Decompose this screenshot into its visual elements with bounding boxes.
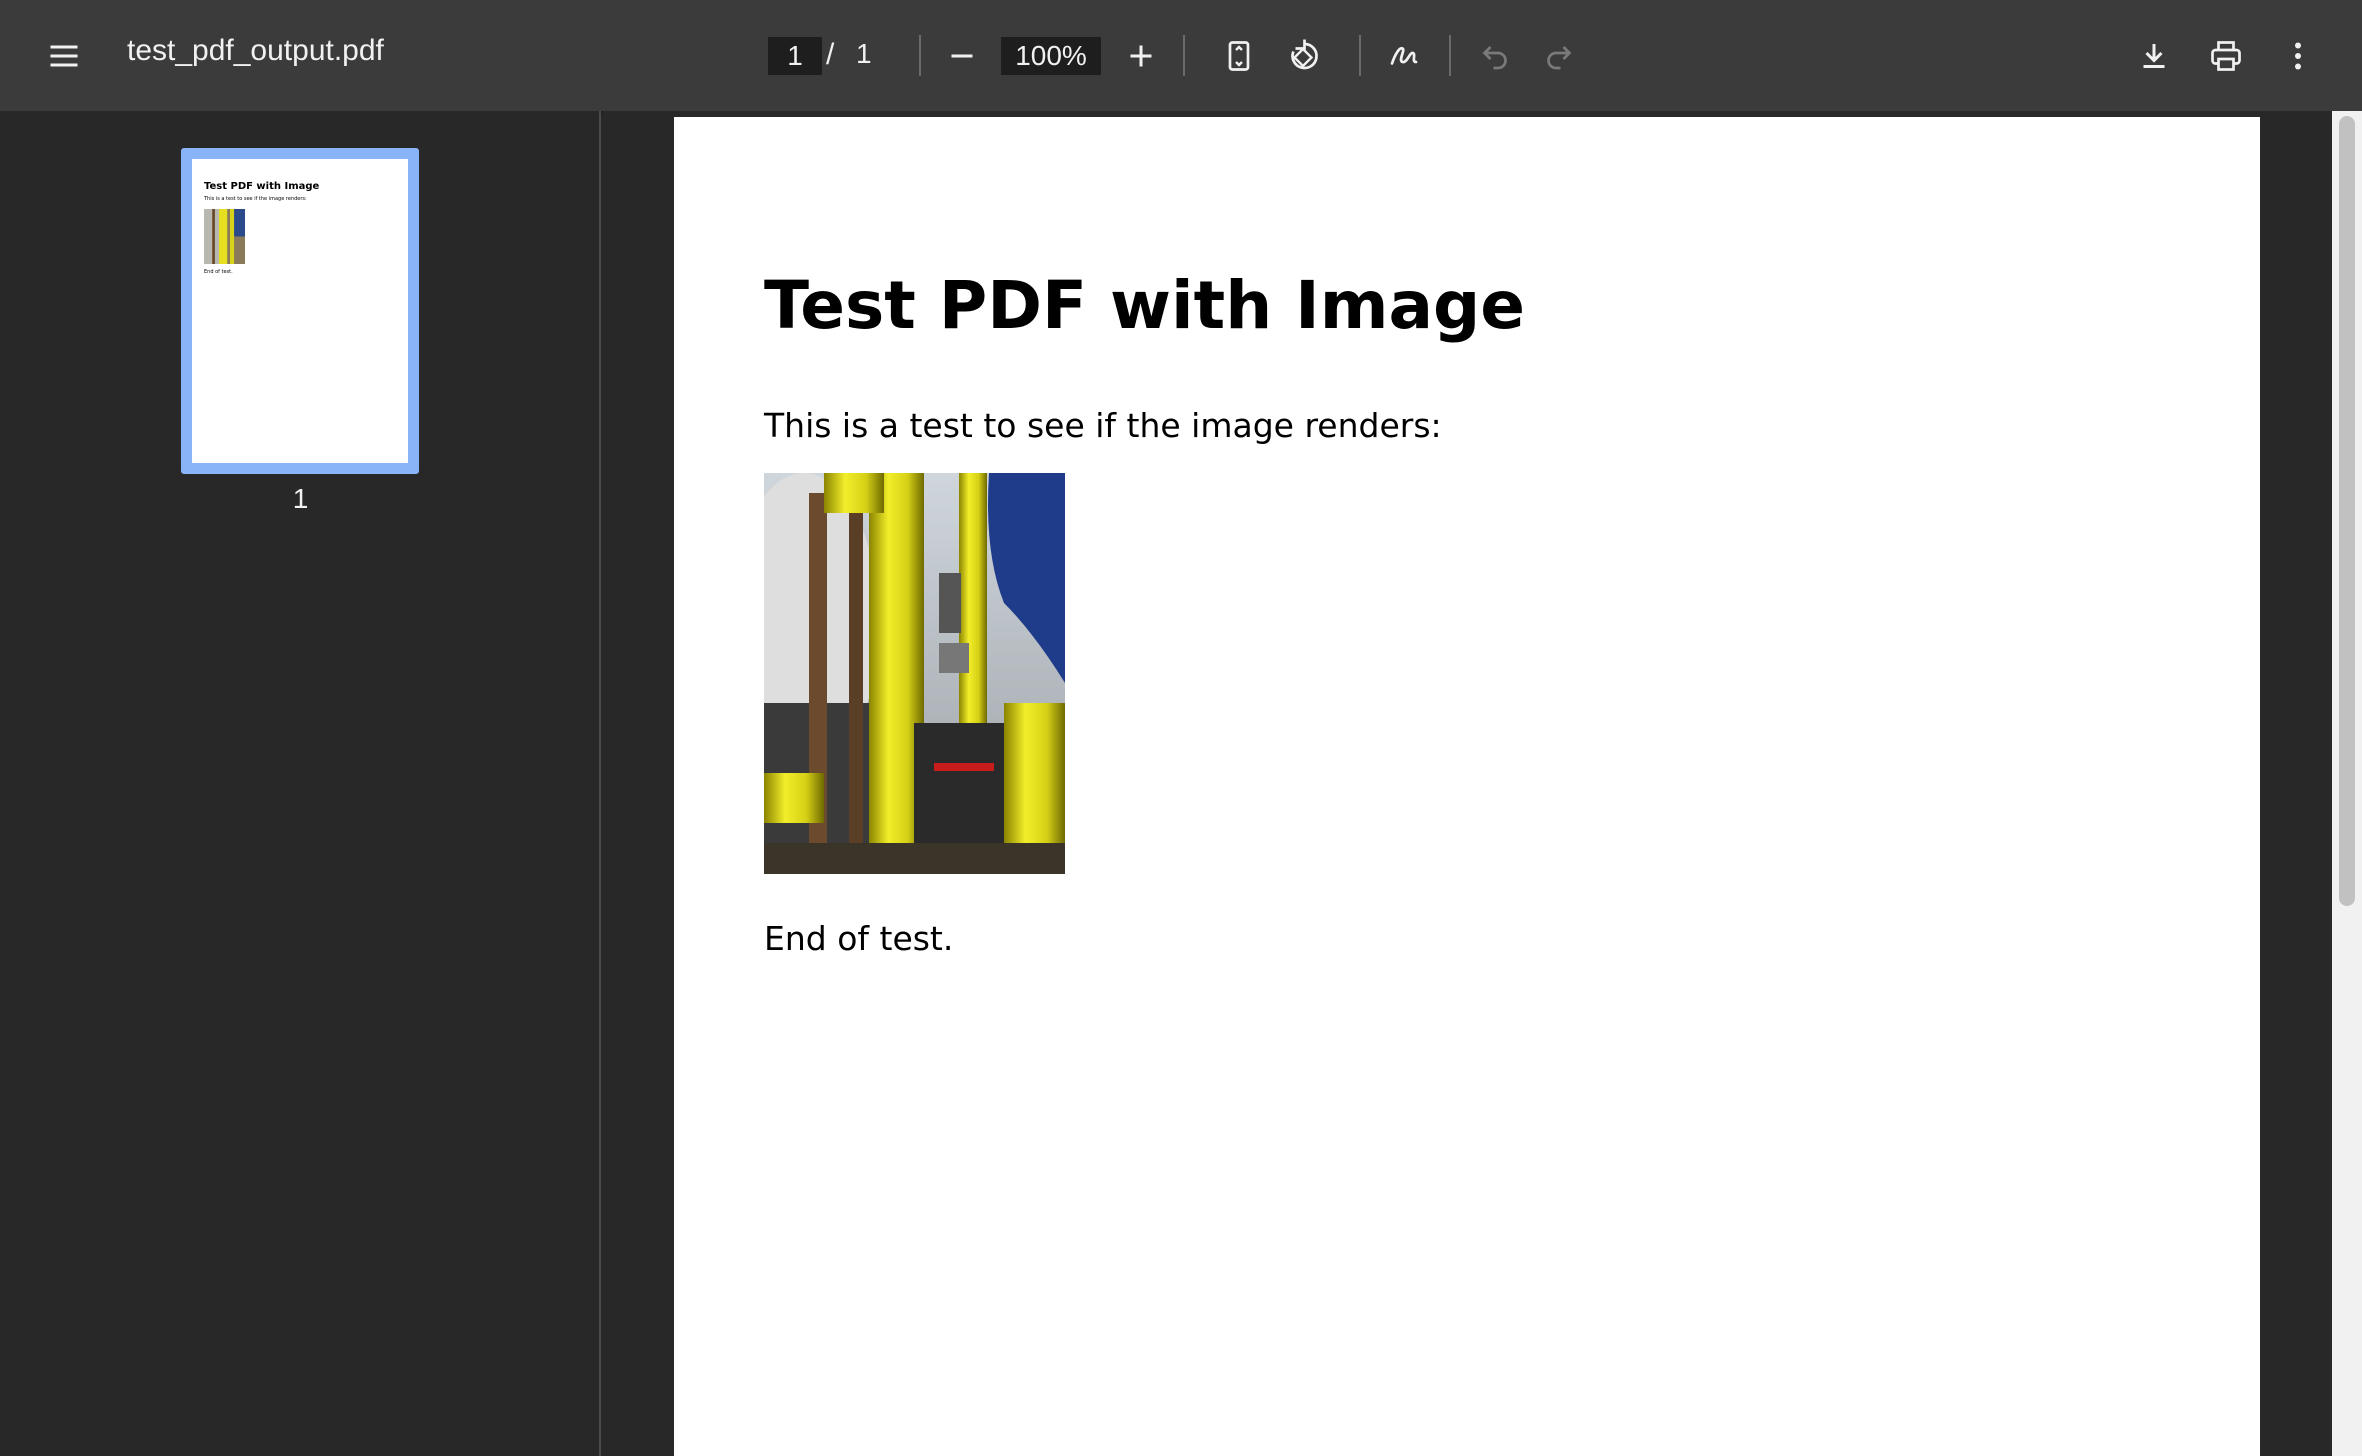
- toolbar-divider: [1359, 35, 1361, 76]
- document-heading: Test PDF with Image: [764, 267, 1526, 344]
- more-options-button[interactable]: [2268, 26, 2328, 86]
- thumbnail-page: Test PDF with Image This is a test to se…: [192, 159, 408, 463]
- document-paragraph: This is a test to see if the image rende…: [764, 406, 1442, 445]
- pdf-toolbar: test_pdf_output.pdf 1 / 1 100%: [0, 0, 2362, 111]
- page-separator: /: [826, 38, 835, 71]
- document-image: [764, 473, 1065, 874]
- pdf-page: Test PDF with Image This is a test to se…: [674, 117, 2260, 1456]
- menu-button[interactable]: [34, 26, 94, 86]
- rotate-icon: [1291, 39, 1318, 70]
- page-thumbnail[interactable]: Test PDF with Image This is a test to se…: [181, 148, 419, 474]
- toolbar-divider: [1183, 35, 1185, 76]
- zoom-in-button[interactable]: [1111, 26, 1171, 86]
- minus-icon: [951, 54, 973, 58]
- zoom-out-button[interactable]: [932, 26, 992, 86]
- download-button[interactable]: [2124, 26, 2184, 86]
- plus-icon: [1130, 45, 1152, 67]
- total-pages: 1: [856, 38, 872, 69]
- page-number-input[interactable]: 1: [768, 37, 822, 75]
- print-button[interactable]: [2196, 26, 2256, 86]
- thumbnail-text: This is a test to see if the image rende…: [204, 196, 307, 202]
- redo-icon: [1547, 46, 1572, 70]
- menu-icon: [50, 45, 78, 67]
- rotate-button[interactable]: [1273, 26, 1333, 86]
- thumbnail-sidebar: Test PDF with Image This is a test to se…: [0, 111, 601, 1456]
- draw-button[interactable]: [1374, 26, 1434, 86]
- redo-button[interactable]: [1529, 26, 1589, 86]
- undo-icon: [1482, 46, 1507, 70]
- more-vert-icon: [2295, 42, 2301, 70]
- fit-page-icon: [1228, 41, 1250, 71]
- document-viewer[interactable]: Test PDF with Image This is a test to se…: [603, 111, 2332, 1456]
- zoom-input[interactable]: 100%: [1001, 37, 1101, 75]
- draw-icon: [1390, 47, 1418, 65]
- thumbnail-page-number: 1: [292, 483, 309, 514]
- fit-page-button[interactable]: [1209, 26, 1269, 86]
- thumbnail-title: Test PDF with Image: [204, 181, 320, 192]
- undo-button[interactable]: [1465, 26, 1525, 86]
- print-icon: [2211, 41, 2241, 71]
- scrollbar-thumb[interactable]: [2339, 116, 2355, 906]
- thumbnail-image: [204, 209, 245, 264]
- thumbnail-end-text: End of test.: [204, 269, 233, 275]
- document-closing: End of test.: [764, 919, 954, 958]
- vertical-scrollbar[interactable]: [2332, 111, 2362, 1456]
- toolbar-divider: [1449, 35, 1451, 76]
- download-icon: [2143, 44, 2165, 68]
- document-title: test_pdf_output.pdf: [127, 34, 384, 67]
- toolbar-divider: [919, 35, 921, 76]
